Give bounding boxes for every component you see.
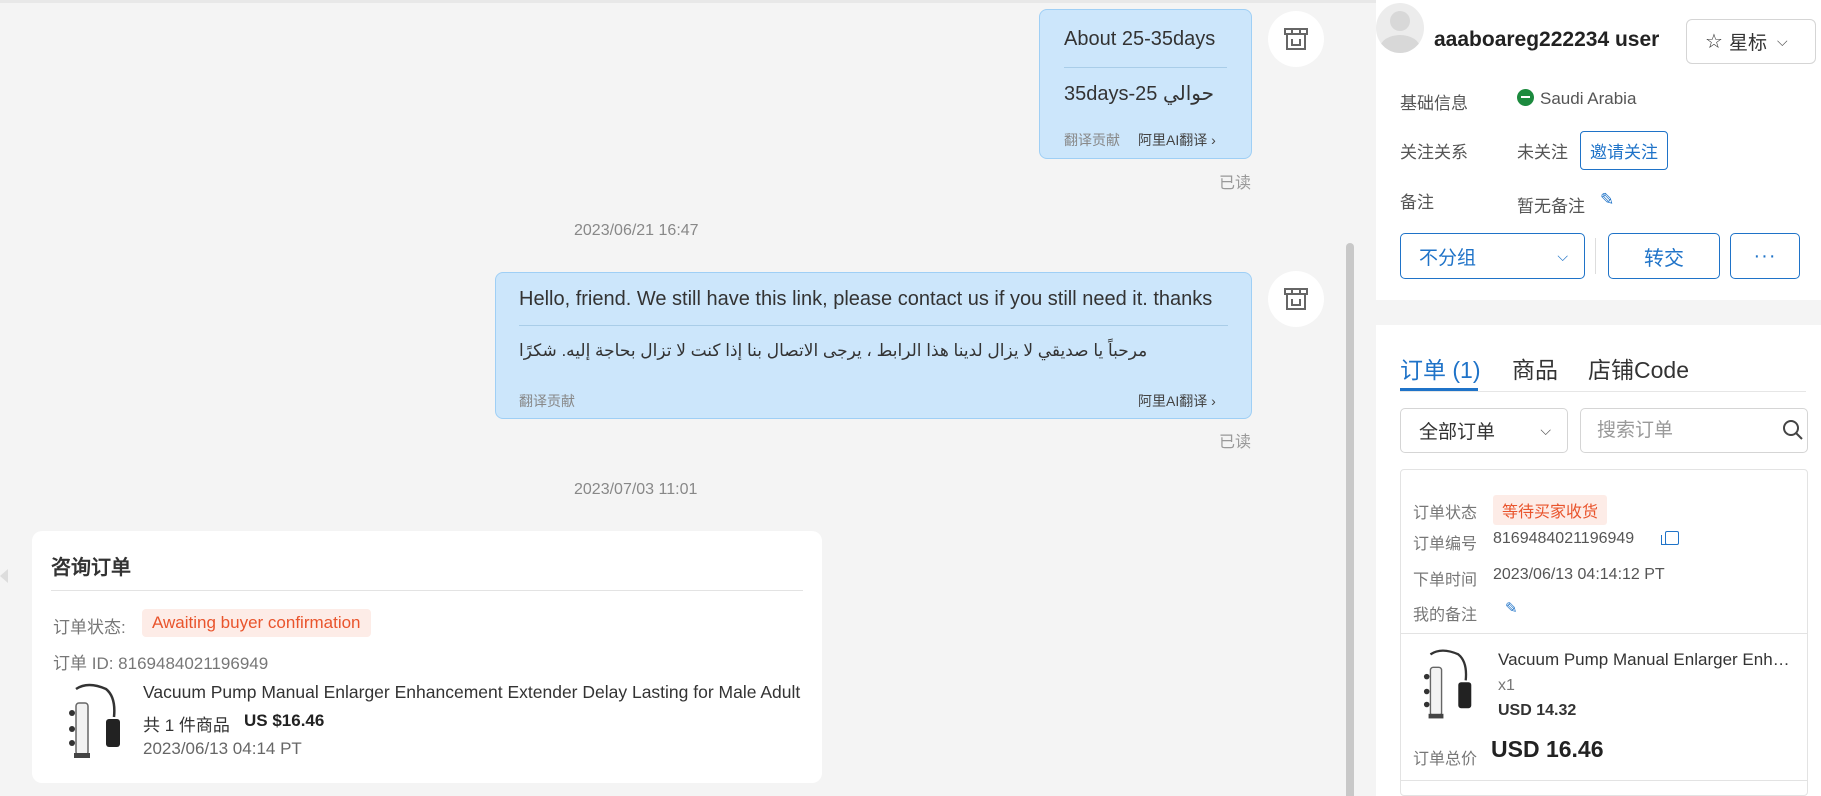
chat-scrollbar[interactable] bbox=[1346, 243, 1354, 796]
shop-icon bbox=[1284, 288, 1308, 310]
divider bbox=[1401, 633, 1807, 634]
read-status: 已读 bbox=[1219, 175, 1252, 192]
chevron-down-icon: ⌵ bbox=[1776, 33, 1788, 49]
active-tab-indicator bbox=[1400, 388, 1478, 391]
product-thumbnail[interactable] bbox=[1423, 646, 1475, 724]
unit-price: USD 14.32 bbox=[1498, 702, 1577, 719]
order-card-title: 咨询订单 bbox=[51, 557, 131, 579]
group-label: 不分组 bbox=[1419, 247, 1477, 269]
order-total-label: 订单总价 bbox=[1413, 751, 1478, 768]
follow-label: 关注关系 bbox=[1400, 143, 1468, 162]
translation-contrib-link[interactable]: 翻译贡献 bbox=[1064, 130, 1120, 150]
order-number: 8169484021196949 bbox=[1493, 530, 1635, 547]
country: Saudi Arabia bbox=[1517, 89, 1636, 109]
ai-translate-label: 阿里AI翻译 bbox=[1138, 393, 1208, 409]
basic-info-label: 基础信息 bbox=[1400, 94, 1468, 113]
order-status-label: 订单状态 bbox=[1413, 505, 1478, 522]
message-bubble: About 25-35days حوالي 25-35days 翻译贡献 阿里A… bbox=[1039, 9, 1252, 159]
message-text: Hello, friend. We still have this link, … bbox=[519, 288, 1213, 310]
invite-follow-button[interactable]: 邀请关注 bbox=[1580, 131, 1668, 170]
avatar bbox=[1376, 3, 1424, 53]
message-text: About 25-35days bbox=[1064, 28, 1216, 50]
divider bbox=[51, 590, 803, 591]
order-status-label: 订单状态: bbox=[53, 618, 126, 637]
divider bbox=[1401, 780, 1807, 781]
chevron-right-icon: › bbox=[1211, 132, 1216, 148]
star-button[interactable]: ☆ 星标 ⌵ bbox=[1686, 19, 1816, 64]
shop-avatar bbox=[1268, 271, 1324, 327]
order-time: 2023/06/13 04:14:12 PT bbox=[1493, 566, 1665, 583]
order-card[interactable]: 咨询订单 订单状态: Awaiting buyer confirmation 订… bbox=[32, 531, 822, 783]
order-status-badge: Awaiting buyer confirmation bbox=[142, 609, 371, 637]
order-filter-select[interactable]: 全部订单 ⌵ bbox=[1400, 408, 1568, 453]
profile-section: aaaboareg222234 user ☆ 星标 ⌵ 基础信息 Saudi A… bbox=[1376, 0, 1821, 300]
product-title[interactable]: Vacuum Pump Manual Enlarger Enhancement … bbox=[1498, 650, 1798, 670]
username: aaaboareg222234 user bbox=[1434, 28, 1660, 51]
ai-translate-link[interactable]: 阿里AI翻译 › bbox=[1138, 130, 1216, 150]
chevron-right-icon: › bbox=[1211, 393, 1216, 409]
chat-area: About 25-35days حوالي 25-35days 翻译贡献 阿里A… bbox=[0, 0, 1376, 796]
more-button[interactable]: ··· bbox=[1730, 233, 1800, 279]
divider bbox=[1400, 391, 1806, 392]
copy-icon[interactable] bbox=[1661, 531, 1679, 545]
order-time-label: 下单时间 bbox=[1413, 572, 1478, 589]
note-label: 备注 bbox=[1400, 193, 1434, 212]
order-price: US $16.46 bbox=[244, 711, 325, 730]
order-item[interactable]: 订单状态 等待买家收货 订单编号 8169484021196949 下单时间 2… bbox=[1400, 469, 1808, 796]
item-count: 共 1 件商品 bbox=[143, 716, 230, 735]
divider bbox=[519, 325, 1228, 326]
orders-section: 订单 (1) 商品 店铺Code 全部订单 ⌵ 订单状态 等待买家收货 订单编号… bbox=[1376, 325, 1821, 796]
follow-value: 未关注 bbox=[1517, 143, 1568, 162]
message-translation: مرحباً يا صديقي لا يزال لدينا هذا الرابط… bbox=[519, 341, 1148, 360]
divider bbox=[1595, 238, 1596, 274]
country-name: Saudi Arabia bbox=[1540, 89, 1637, 108]
order-status-badge: 等待买家收货 bbox=[1493, 495, 1608, 525]
tab-products[interactable]: 商品 bbox=[1512, 351, 1558, 385]
my-note-label: 我的备注 bbox=[1413, 607, 1478, 624]
note-value: 暂无备注 bbox=[1517, 197, 1585, 216]
tab-store-code[interactable]: 店铺Code bbox=[1588, 351, 1689, 385]
order-id: 订单 ID: 8169484021196949 bbox=[53, 654, 269, 673]
product-title[interactable]: Vacuum Pump Manual Enlarger Enhancement … bbox=[143, 682, 800, 703]
message-bubble: Hello, friend. We still have this link, … bbox=[495, 272, 1252, 419]
read-status: 已读 bbox=[1219, 434, 1252, 451]
transfer-button[interactable]: 转交 bbox=[1608, 233, 1720, 279]
edit-icon[interactable]: ✎ bbox=[1505, 599, 1523, 617]
tab-orders[interactable]: 订单 (1) bbox=[1400, 351, 1481, 385]
chevron-down-icon: ⌵ bbox=[1557, 247, 1568, 264]
divider bbox=[1064, 67, 1227, 68]
order-search-input[interactable] bbox=[1580, 408, 1808, 453]
group-select[interactable]: 不分组 ⌵ bbox=[1400, 233, 1585, 279]
product-quantity: x1 bbox=[1498, 677, 1515, 694]
ai-translate-link[interactable]: 阿里AI翻译 › bbox=[1138, 391, 1216, 411]
bubble-pointer bbox=[0, 569, 8, 583]
message-translation: حوالي 25-35days bbox=[1064, 83, 1214, 105]
product-thumbnail[interactable] bbox=[68, 683, 124, 761]
ai-translate-label: 阿里AI翻译 bbox=[1138, 132, 1208, 148]
order-number-label: 订单编号 bbox=[1413, 536, 1478, 553]
message-timestamp: 2023/07/03 11:01 bbox=[574, 481, 698, 498]
translation-contrib-link[interactable]: 翻译贡献 bbox=[519, 391, 575, 411]
flag-icon bbox=[1517, 89, 1534, 106]
shop-avatar bbox=[1268, 11, 1324, 67]
order-date: 2023/06/13 04:14 PT bbox=[143, 739, 302, 758]
order-filter-label: 全部订单 bbox=[1419, 422, 1496, 443]
shop-icon bbox=[1284, 28, 1308, 50]
star-label: 星标 bbox=[1728, 33, 1767, 54]
order-total: USD 16.46 bbox=[1491, 736, 1604, 762]
customer-panel: aaaboareg222234 user ☆ 星标 ⌵ 基础信息 Saudi A… bbox=[1376, 0, 1821, 796]
message-timestamp: 2023/06/21 16:47 bbox=[574, 222, 699, 239]
chevron-down-icon: ⌵ bbox=[1540, 422, 1551, 438]
search-icon[interactable] bbox=[1782, 419, 1804, 441]
edit-icon[interactable]: ✎ bbox=[1600, 190, 1618, 209]
star-icon: ☆ bbox=[1705, 31, 1723, 53]
